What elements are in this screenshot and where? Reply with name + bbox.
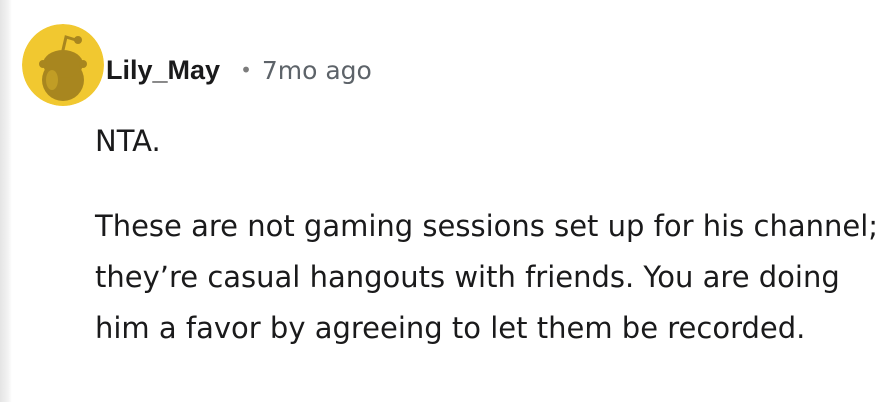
username-link[interactable]: Lily_May bbox=[106, 55, 220, 86]
snoo-avatar-icon bbox=[22, 24, 104, 106]
comment-body: NTA. These are not gaming sessions set u… bbox=[95, 116, 880, 354]
comment-paragraph: NTA. bbox=[95, 124, 161, 158]
comment-meta: Lily_May • 7mo ago bbox=[106, 50, 372, 90]
comment-paragraph: These are not gaming sessions set up for… bbox=[95, 209, 879, 345]
user-avatar[interactable] bbox=[22, 24, 104, 106]
meta-separator: • bbox=[240, 58, 252, 82]
comment-timestamp[interactable]: 7mo ago bbox=[262, 56, 372, 85]
thread-rail bbox=[0, 0, 12, 402]
